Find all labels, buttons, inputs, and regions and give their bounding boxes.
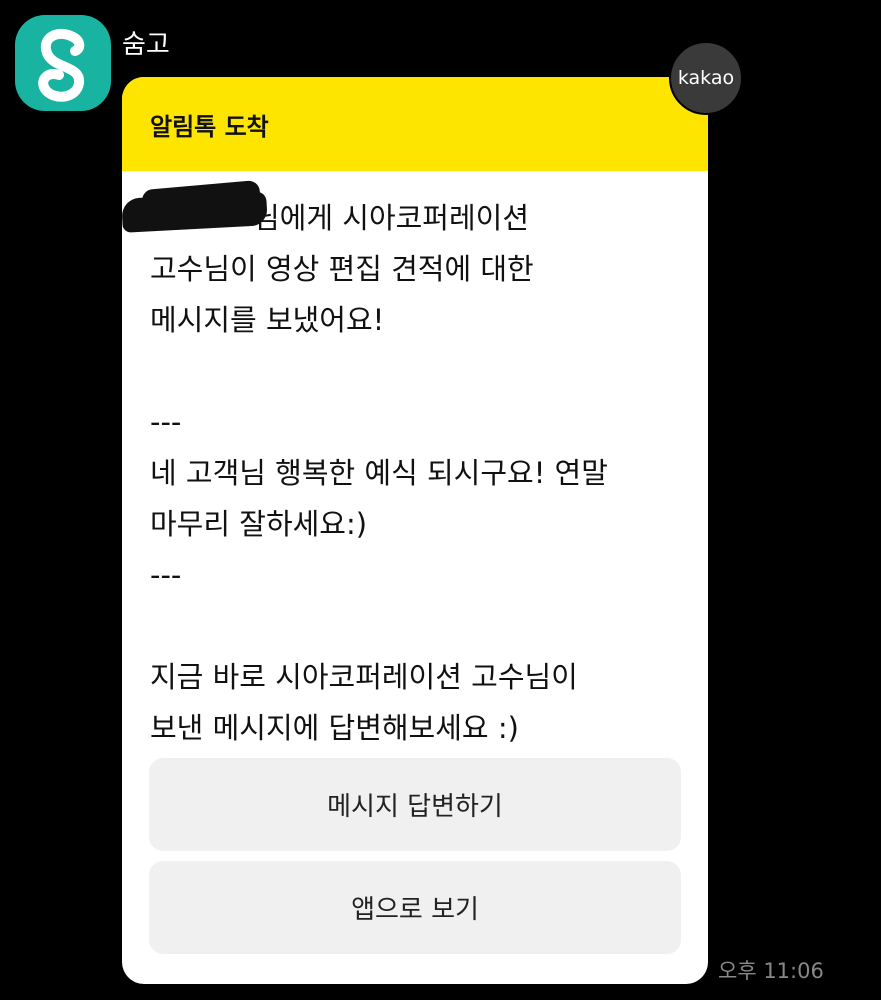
sender-name: 숨고 [122,30,170,60]
message-line: 마무리 잘하세요:) [150,507,368,541]
kakao-badge: kakao [669,41,743,115]
message-line: 고수님이 영상 편집 견적에 대한 [150,252,534,286]
view-in-app-button[interactable]: 앱으로 보기 [149,861,681,954]
sender-avatar[interactable] [15,15,111,111]
message-line: 메시지를 보냈어요! [150,303,385,337]
chat-screen: 숨고 kakao 알림톡 도착 님에게 시아코퍼레이션 고수님이 영상 편집 견… [0,0,881,1000]
message-line: 보낸 메시지에 답변해보세요 :) [150,711,519,745]
card-header: 알림톡 도착 [122,77,708,171]
soomgo-logo-icon [38,28,85,102]
message-line: 지금 바로 시아코퍼레이션 고수님이 [150,660,578,694]
message-line: --- [150,558,182,592]
message-timestamp: 오후 11:06 [718,959,824,983]
message-line [150,346,680,397]
message-line: 네 고객님 행복한 예식 되시구요! 연말 [150,456,608,490]
reply-message-button[interactable]: 메시지 답변하기 [149,758,681,851]
message-line [150,601,680,652]
message-body: 님에게 시아코퍼레이션 고수님이 영상 편집 견적에 대한 메시지를 보냈어요!… [122,171,708,754]
message-line: --- [150,405,182,439]
card-header-title: 알림톡 도착 [150,112,269,141]
alimtalk-card: 알림톡 도착 님에게 시아코퍼레이션 고수님이 영상 편집 견적에 대한 메시지… [122,77,708,984]
